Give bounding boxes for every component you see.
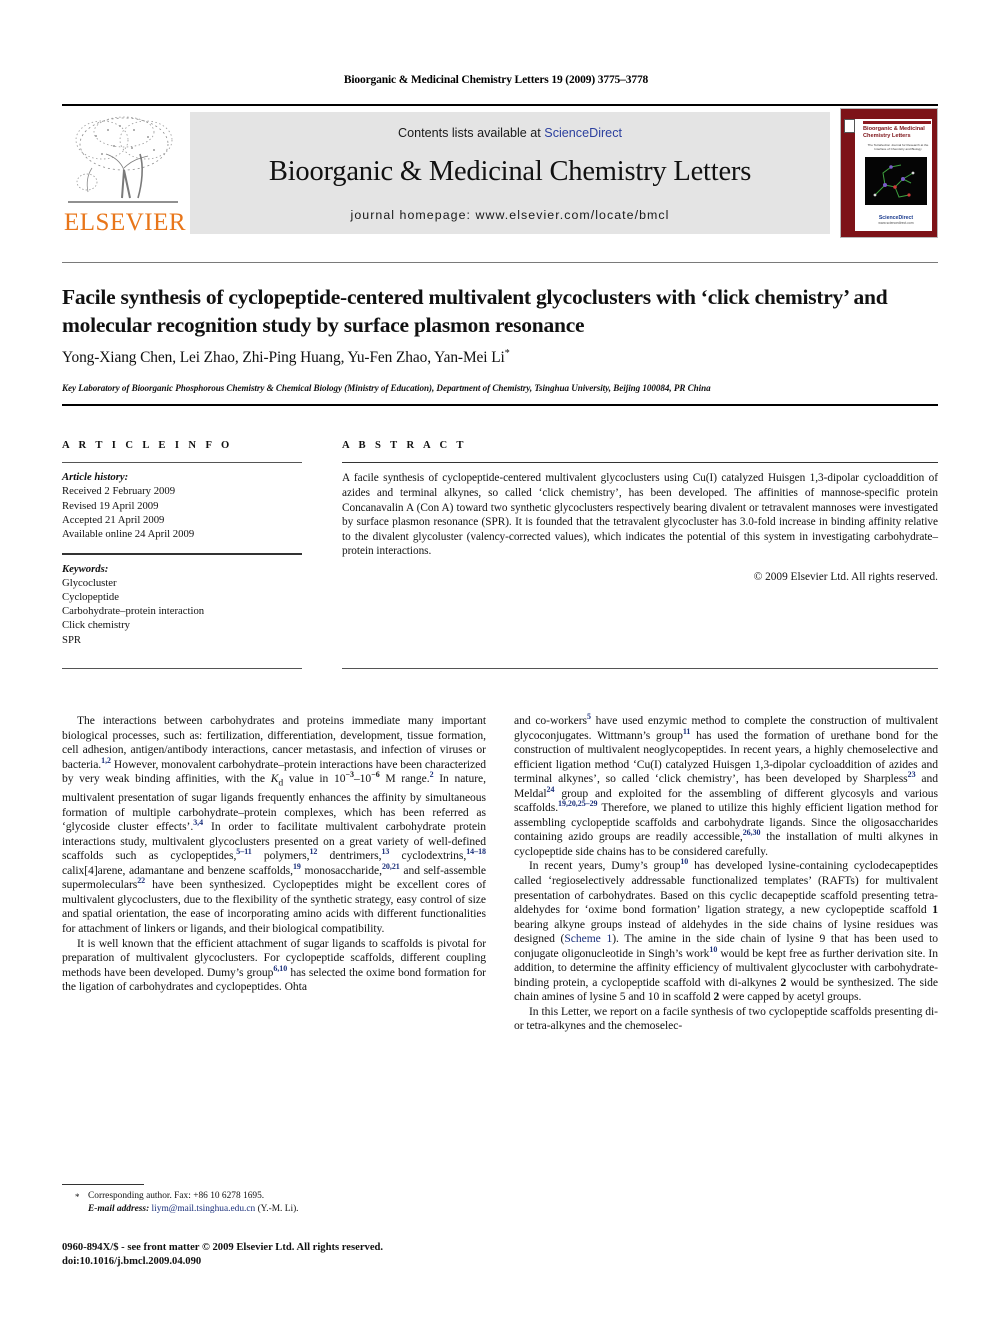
article-info-rule: [62, 462, 302, 464]
cover-top-bar: [855, 109, 937, 119]
keywords-block: Keywords: Glycocluster Cyclopeptide Carb…: [62, 562, 302, 647]
article-info-bottom-rule: [62, 668, 302, 670]
cover-bottom-bar: [855, 231, 937, 237]
molecule-icon: [873, 164, 915, 198]
email-suffix: (Y.-M. Li).: [257, 1203, 299, 1214]
article-history-block: Article history: Received 2 February 200…: [62, 470, 302, 541]
keywords-rule: [62, 553, 302, 555]
masthead-gray-band: Contents lists available at ScienceDirec…: [190, 112, 830, 234]
email-line: E-mail address: liym@mail.tsinghua.edu.c…: [62, 1203, 486, 1216]
abstract-rule: [342, 462, 938, 464]
footnote-rule: [62, 1184, 144, 1186]
cover-subtitle: The Tetrahedron Journal for Research at …: [867, 143, 929, 152]
history-received: Received 2 February 2009: [62, 485, 176, 498]
title-bottom-rule: [62, 404, 938, 406]
page-title: Facile synthesis of cyclopeptide-centere…: [62, 285, 888, 337]
footnote-block: * Corresponding author. Fax: +86 10 6278…: [62, 1190, 486, 1215]
sciencedirect-link[interactable]: ScienceDirect: [544, 126, 622, 140]
doi-line: doi:10.1016/j.bmcl.2009.04.090: [62, 1255, 202, 1267]
keyword-item: Cyclopeptide: [62, 590, 119, 603]
journal-cover-thumbnail: Bioorganic & Medicinal Chemistry Letters…: [840, 108, 938, 238]
author-names: Yong-Xiang Chen, Lei Zhao, Zhi-Ping Huan…: [62, 349, 505, 367]
body-column-right: and co-workers5 have used enzymic method…: [514, 712, 939, 1034]
abstract-copyright: © 2009 Elsevier Ltd. All rights reserved…: [753, 570, 938, 583]
corresponding-author-marker: *: [504, 348, 510, 359]
elsevier-tree-icon: [68, 116, 178, 203]
journal-article-page: Bioorganic & Medicinal Chemistry Letters…: [0, 0, 992, 1323]
article-info-heading: A R T I C L E I N F O: [62, 440, 233, 451]
email-label: E-mail address:: [88, 1203, 150, 1214]
issn-doi-block: 0960-894X/$ - see front matter © 2009 El…: [62, 1241, 522, 1268]
issn-line: 0960-894X/$ - see front matter © 2009 El…: [62, 1242, 384, 1253]
cover-sciencedirect-url: www.sciencedirect.com: [878, 221, 914, 225]
masthead-top-rule: [62, 104, 938, 107]
scheme-1-link[interactable]: Scheme 1: [564, 932, 612, 945]
abstract-bottom-rule: [342, 668, 938, 670]
abstract-heading: A B S T R A C T: [342, 440, 467, 451]
cover-barcode-icon: [844, 119, 855, 133]
keyword-item: Click chemistry: [62, 619, 130, 632]
article-history-label: Article history:: [62, 471, 129, 484]
keywords-label: Keywords:: [62, 562, 109, 575]
history-accepted: Accepted 21 April 2009: [62, 513, 165, 526]
keyword-item: SPR: [62, 633, 82, 646]
keyword-item: Carbohydrate–protein interaction: [62, 605, 205, 618]
author-list: Yong-Xiang Chen, Lei Zhao, Zhi-Ping Huan…: [62, 348, 942, 367]
journal-masthead: ELSEVIER Contents lists available at Sci…: [62, 104, 938, 238]
journal-title: Bioorganic & Medicinal Chemistry Letters: [268, 156, 752, 187]
journal-homepage-link[interactable]: journal homepage: www.elsevier.com/locat…: [190, 208, 830, 222]
paragraph: and co-workers5 have used enzymic method…: [514, 712, 939, 858]
elsevier-logo: ELSEVIER: [62, 110, 187, 236]
cover-footer: ScienceDirect www.sciencedirect.com: [865, 215, 927, 226]
cover-artwork: [865, 157, 927, 205]
footnote-marker: *: [75, 1192, 80, 1202]
running-head: Bioorganic & Medicinal Chemistry Letters…: [343, 74, 649, 86]
affiliation: Key Laboratory of Bioorganic Phosphorous…: [62, 383, 711, 393]
body-column-left: The interactions between carbohydrates a…: [62, 714, 486, 995]
paragraph: In recent years, Dumy’s group10 has deve…: [514, 857, 938, 1004]
elsevier-wordmark: ELSEVIER: [64, 209, 187, 236]
email-address-link[interactable]: liym@mail.tsinghua.edu.cn: [152, 1204, 256, 1214]
paragraph: In this Letter, we report on a facile sy…: [514, 1004, 938, 1033]
abstract-section: A B S T R A C T A facile synthesis of cy…: [342, 440, 938, 583]
history-revised: Revised 19 April 2009: [62, 499, 159, 512]
article-info-section: A R T I C L E I N F O Article history: R…: [62, 440, 302, 647]
contents-prefix: Contents lists available at: [397, 126, 545, 140]
cover-accent-line: [863, 121, 931, 124]
paragraph: The interactions between carbohydrates a…: [62, 714, 487, 935]
keyword-item: Glycocluster: [62, 576, 117, 589]
history-available-online: Available online 24 April 2009: [62, 527, 195, 540]
corresponding-author-line: Corresponding author. Fax: +86 10 6278 1…: [88, 1191, 265, 1201]
cover-title: Bioorganic & Medicinal Chemistry Letters: [863, 126, 925, 140]
title-top-rule: [62, 262, 938, 263]
paragraph: It is well known that the efficient atta…: [62, 936, 486, 994]
contents-lists-line: Contents lists available at ScienceDirec…: [190, 126, 830, 140]
abstract-text: A facile synthesis of cyclopeptide-cente…: [342, 472, 938, 558]
